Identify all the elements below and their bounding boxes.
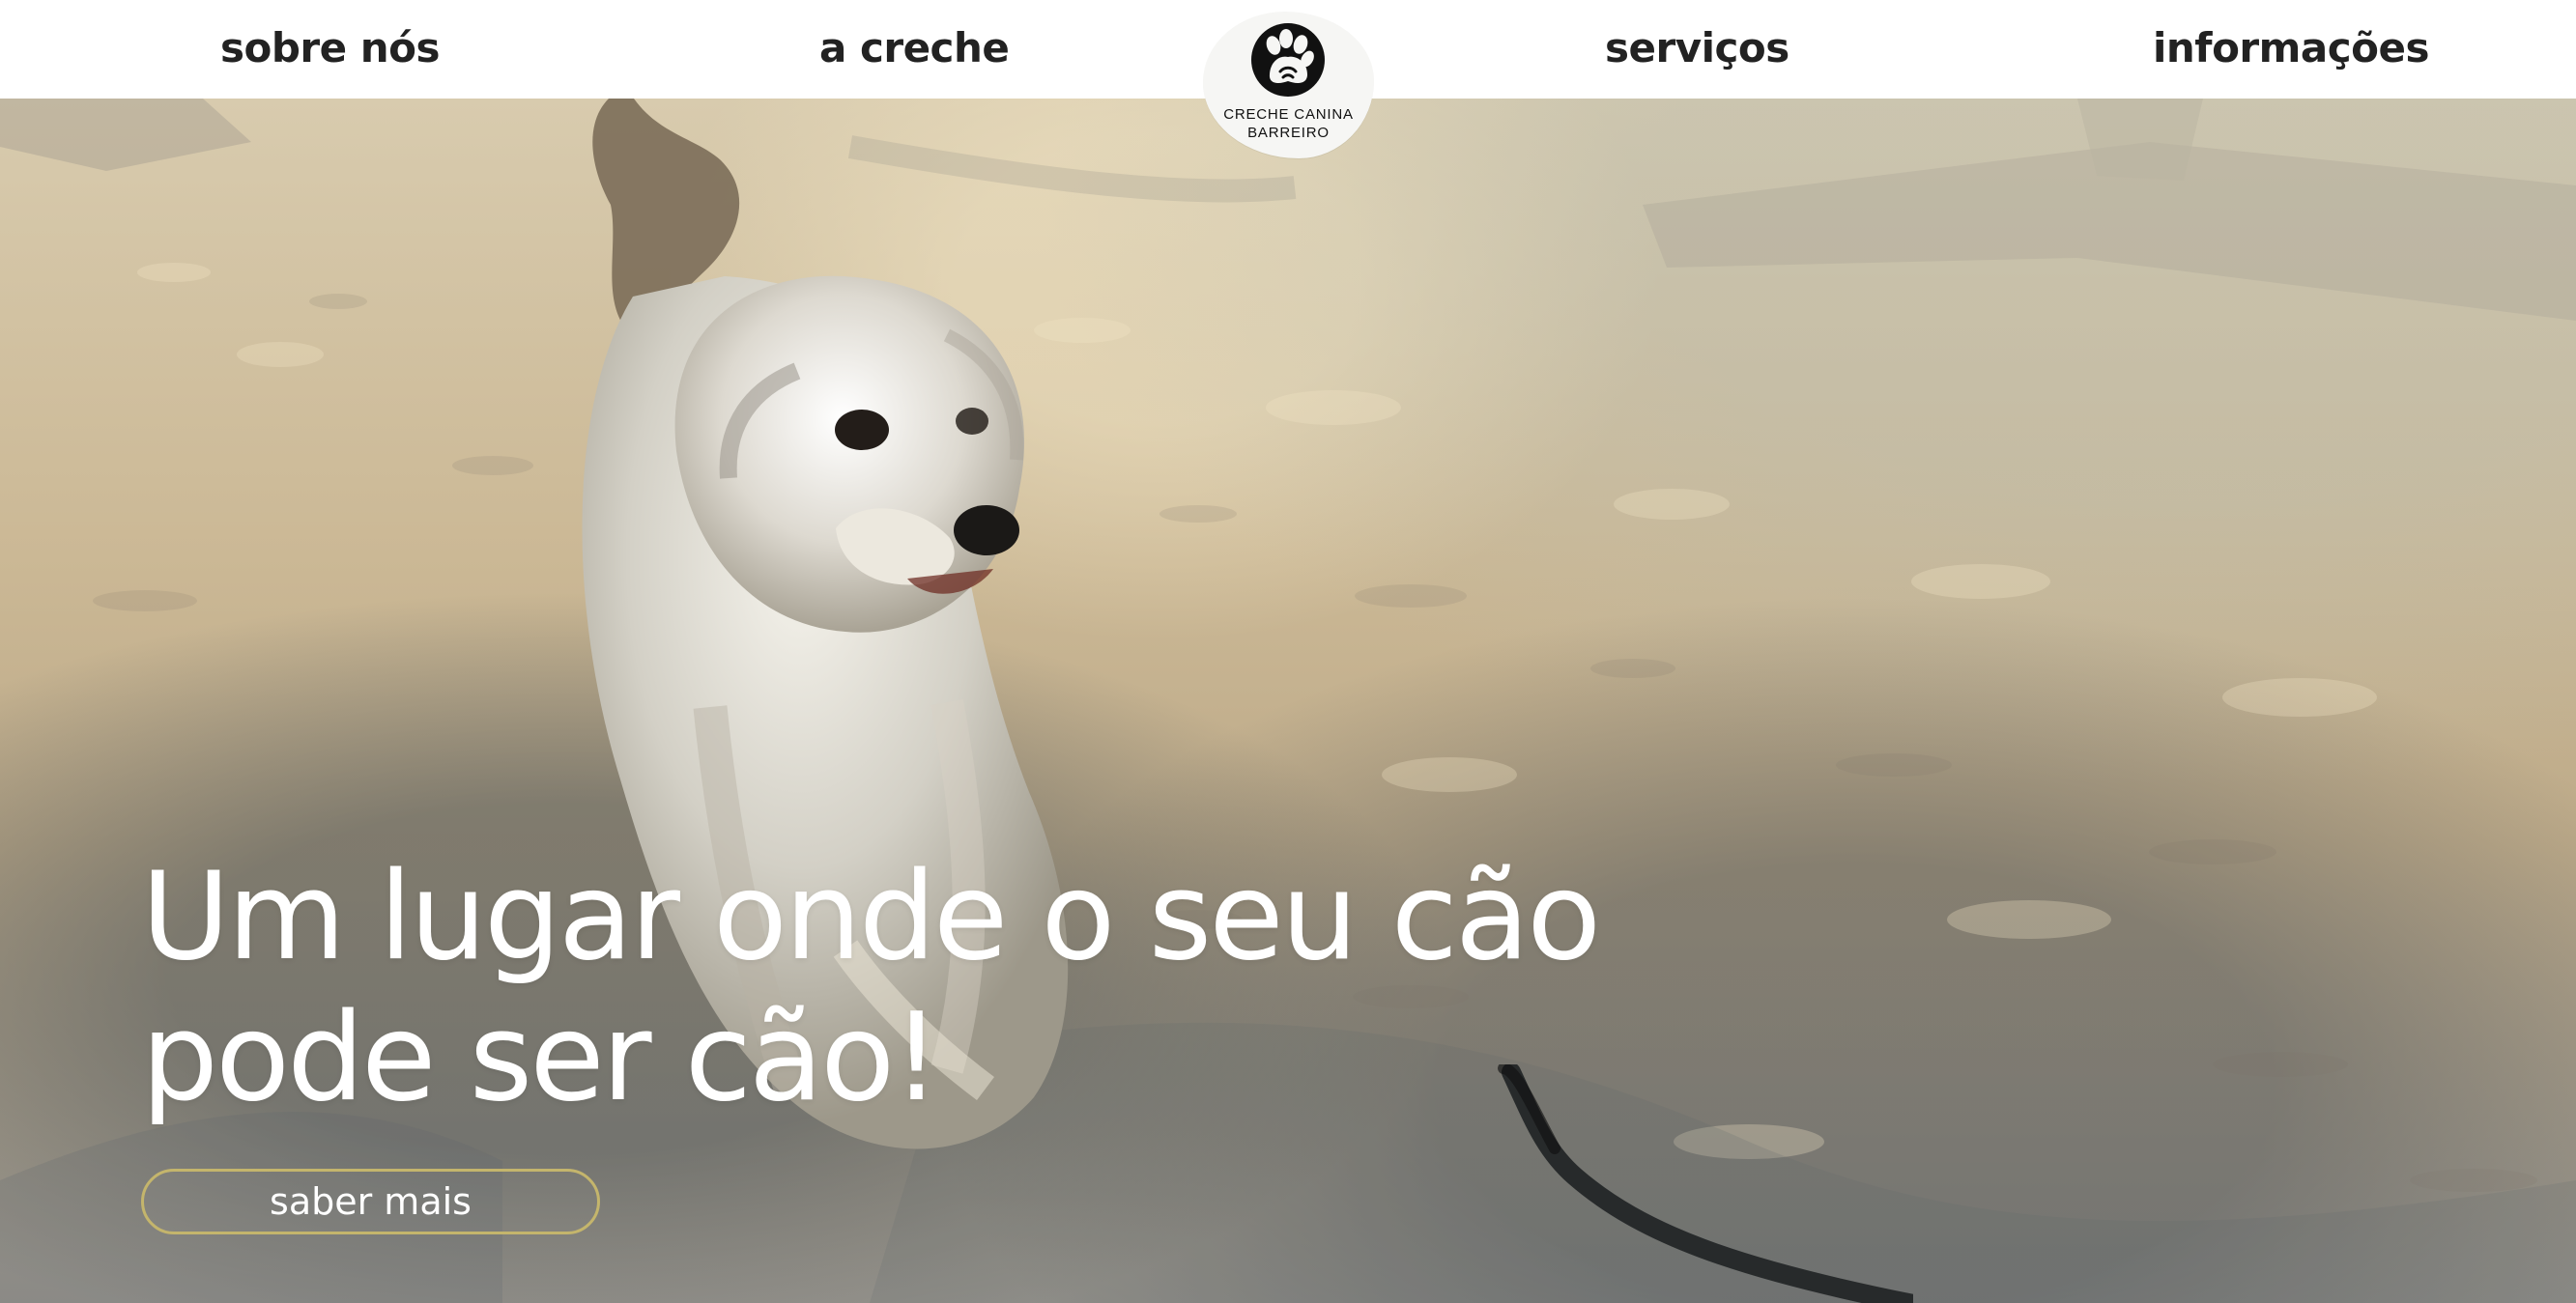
hero-section: Um lugar onde o seu cão pode ser cão! sa… — [0, 99, 2576, 1303]
nav-item-a-creche[interactable]: a creche — [819, 17, 1010, 79]
brand-name-line-2: BARREIRO — [1247, 125, 1330, 141]
hero-headline-line-2: pode ser cão! — [141, 986, 941, 1128]
nav-item-informacoes[interactable]: informações — [2153, 17, 2429, 79]
brand-name-line-1: CRECHE CANINA — [1223, 106, 1354, 123]
hero-headline: Um lugar onde o seu cão pode ser cão! — [141, 845, 1601, 1128]
nav-item-servicos[interactable]: serviços — [1605, 17, 1789, 79]
saber-mais-button[interactable]: saber mais — [141, 1169, 600, 1234]
paw-icon — [1251, 23, 1325, 97]
hero-headline-line-1: Um lugar onde o seu cão — [141, 845, 1601, 987]
brand-logo[interactable]: CRECHE CANINA BARREIRO — [1203, 12, 1374, 158]
nav-item-sobre-nos[interactable]: sobre nós — [220, 17, 441, 79]
